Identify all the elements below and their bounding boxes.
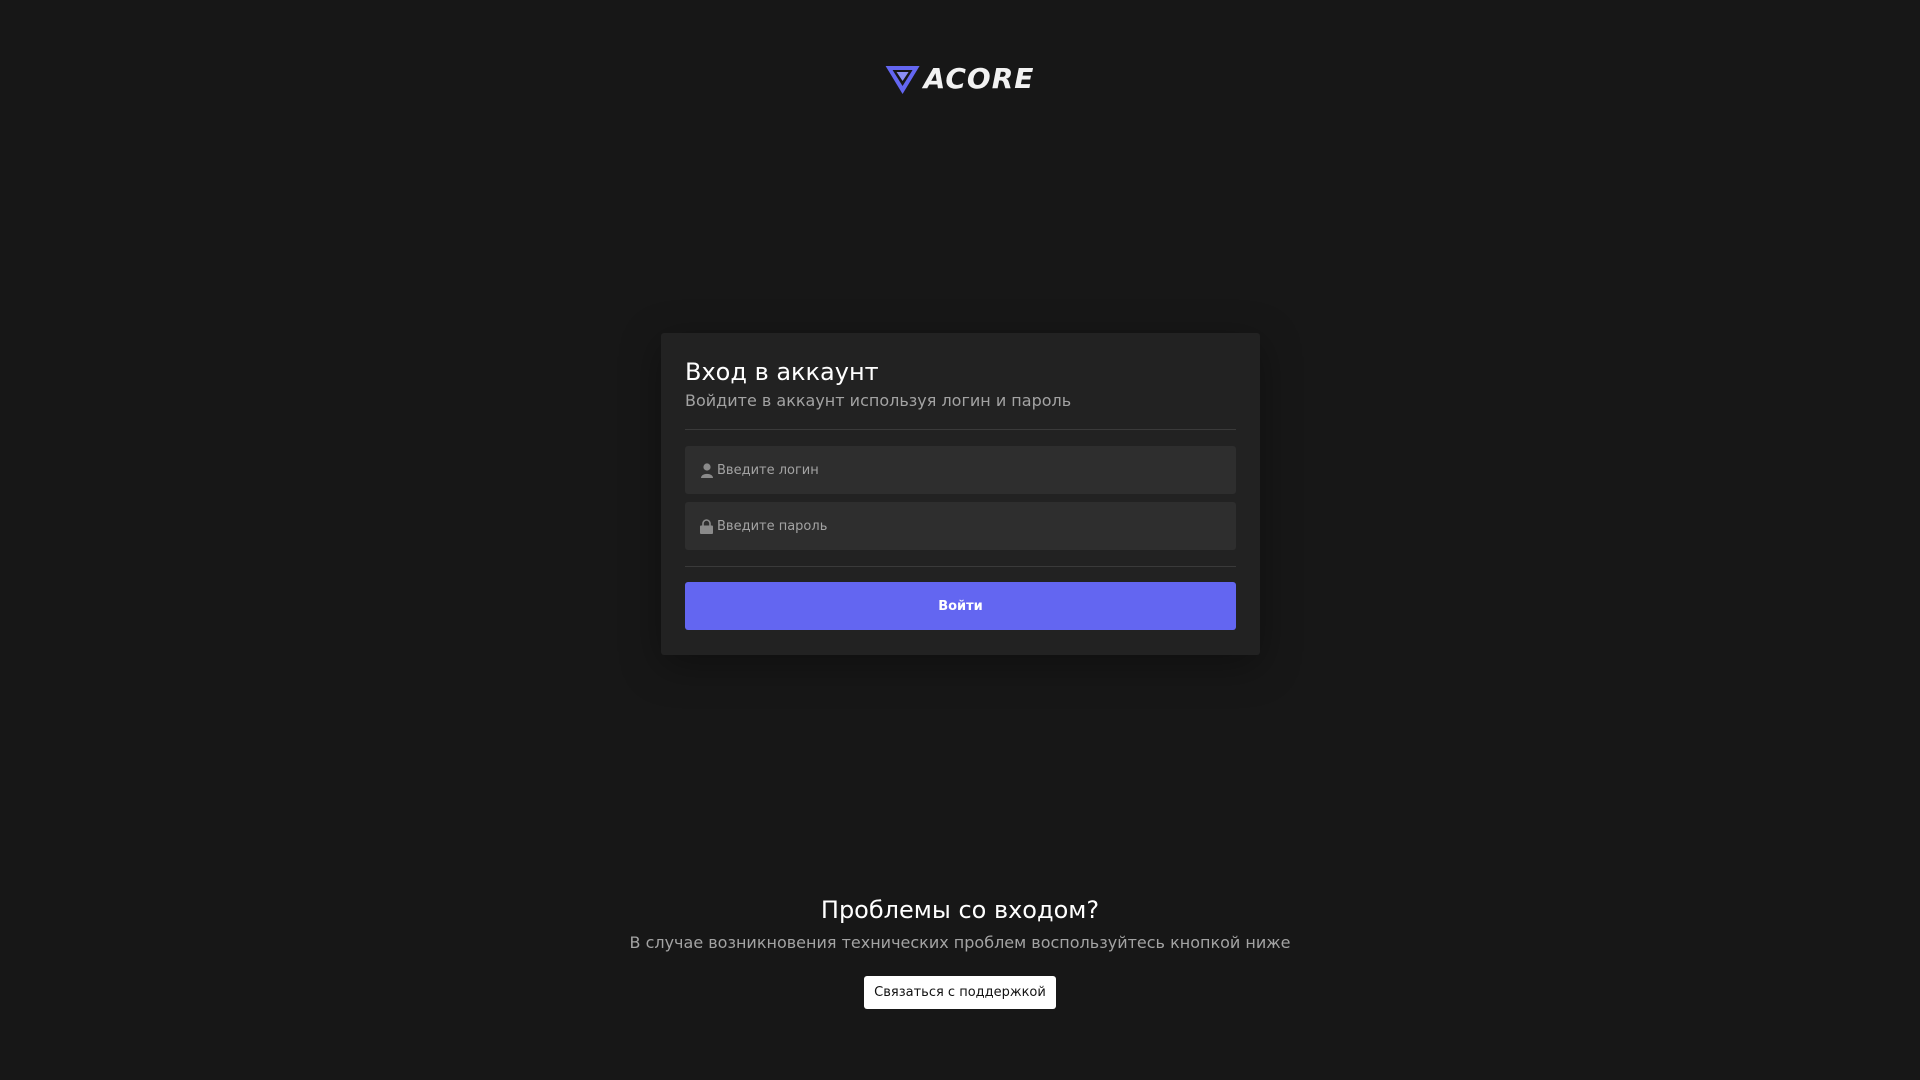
password-field[interactable] (685, 502, 1236, 550)
help-text: В случае возникновения технических пробл… (629, 933, 1291, 952)
login-button[interactable]: Войти (685, 582, 1236, 630)
brand-logo: ACORE (885, 62, 1035, 95)
lock-icon (700, 518, 713, 534)
password-input[interactable] (717, 518, 1236, 534)
triangle-logo-icon (885, 65, 920, 94)
login-subtitle: Войдите в аккаунт используя логин и паро… (685, 391, 1072, 410)
user-icon (700, 462, 713, 478)
help-section: Проблемы со входом? В случае возникновен… (0, 895, 1920, 1009)
login-title: Вход в аккаунт (685, 358, 879, 386)
login-card: Вход в аккаунт Войдите в аккаунт использ… (661, 333, 1260, 655)
contact-support-button[interactable]: Связаться с поддержкой (864, 976, 1056, 1009)
divider (685, 429, 1236, 430)
divider (685, 566, 1236, 567)
login-input[interactable] (717, 462, 1236, 478)
login-field[interactable] (685, 446, 1236, 494)
help-title: Проблемы со входом? (820, 896, 1100, 924)
brand-name: ACORE (923, 62, 1035, 95)
